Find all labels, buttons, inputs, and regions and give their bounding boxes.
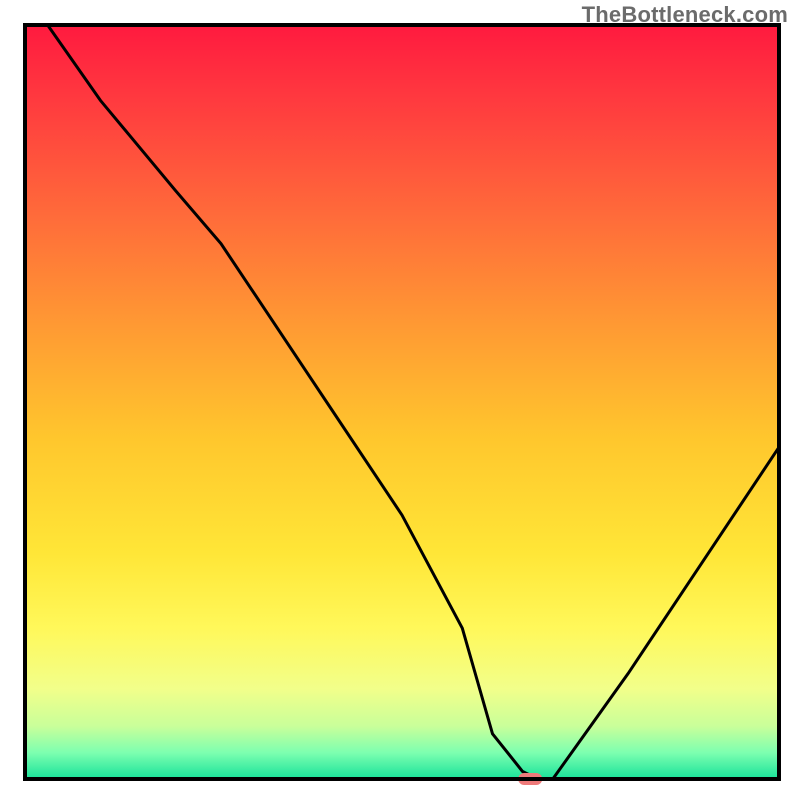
watermark-text: TheBottleneck.com bbox=[582, 2, 788, 28]
bottleneck-chart bbox=[0, 0, 800, 800]
plot-background bbox=[25, 25, 779, 779]
plot-area bbox=[25, 25, 779, 785]
